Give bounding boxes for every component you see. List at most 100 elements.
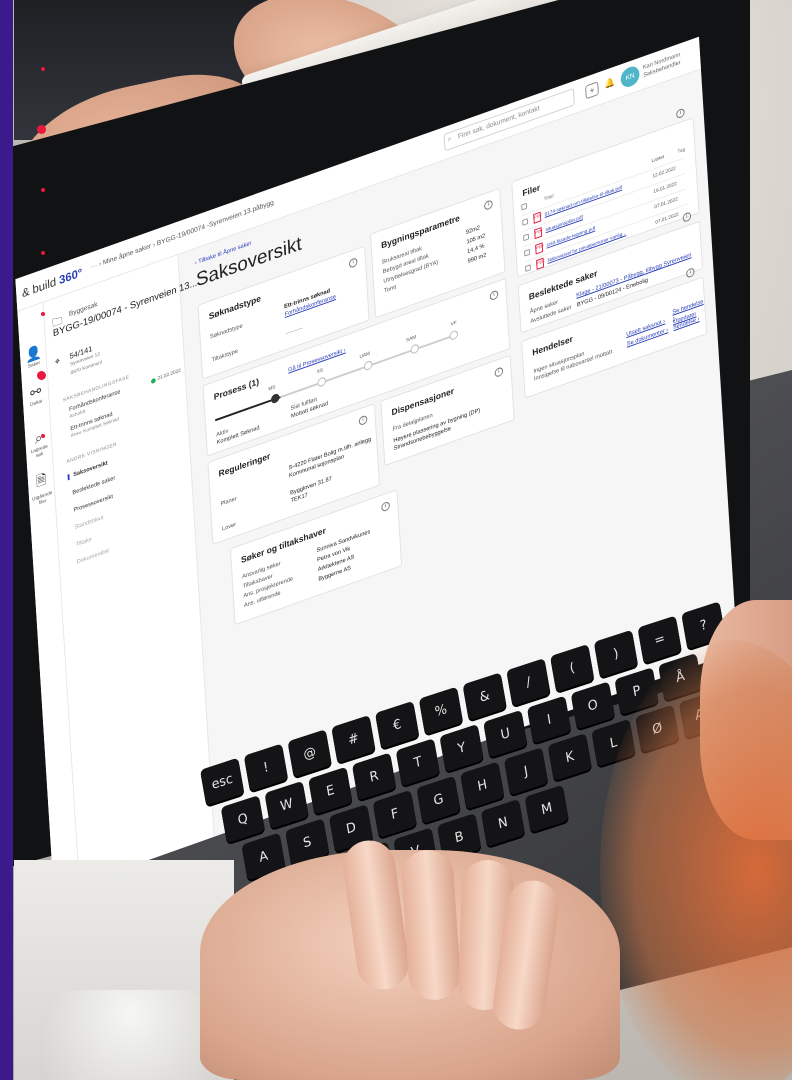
label-tiltakstype: Tiltakstype (211, 348, 239, 364)
search-icon: ⌕ (447, 135, 452, 144)
breadcrumb-mine-apne-saker[interactable]: Mine åpne saker (103, 243, 152, 267)
accent-dot (41, 67, 45, 71)
key-t[interactable]: T (395, 738, 441, 787)
column-date[interactable]: Lastet (651, 154, 664, 164)
nav-standstilsut[interactable]: Standstilsut (74, 515, 103, 531)
key-u[interactable]: U (483, 709, 528, 758)
card-title: Dispensasjoner (391, 385, 455, 418)
brand-stripe (0, 0, 13, 1080)
row-checkbox[interactable] (522, 218, 529, 226)
stop-ms[interactable] (270, 392, 280, 405)
location-pin-icon: ⌖ (54, 355, 61, 369)
accent-dot (41, 251, 45, 255)
accent-dot (37, 371, 46, 380)
card-title: Hendelser (532, 333, 574, 358)
accent-dot (41, 312, 45, 316)
nav-beslektede-saker[interactable]: Beslektede saker (72, 475, 115, 496)
pdf-icon: PDF (536, 257, 545, 270)
info-icon[interactable]: i (675, 107, 685, 120)
stop-label: UAM (359, 350, 371, 361)
step-date: 21.02.2022 (157, 367, 181, 382)
info-icon[interactable]: i (682, 211, 692, 223)
info-icon[interactable]: i (358, 414, 368, 427)
stop-xs[interactable] (317, 376, 327, 388)
accent-dot (37, 125, 46, 134)
nav-dokumentlist[interactable]: Dokumentlist (77, 548, 110, 565)
label-tomt: Tomt (383, 284, 397, 295)
avatar[interactable]: KN (620, 63, 641, 90)
key-o[interactable]: O (570, 681, 616, 730)
stop-vf[interactable] (449, 329, 459, 341)
card-title: Beslektede saker (528, 268, 598, 303)
info-icon[interactable]: i (489, 289, 499, 302)
info-icon[interactable]: i (494, 366, 504, 378)
row-checkbox[interactable] (525, 264, 531, 272)
nav-prosessoversikt[interactable]: Prosessoversikt (73, 494, 113, 514)
breadcrumb-overflow[interactable]: ··· (90, 262, 97, 271)
case-address: 54/141 Syrenveien 13 0870 Kommunl (69, 344, 103, 377)
value-lov: Byggloven 31.87 (290, 476, 332, 497)
key-m[interactable]: M (524, 784, 569, 833)
key-f[interactable]: F (372, 789, 417, 839)
user-info[interactable]: Kari Nordmann Saksbehandler (643, 51, 681, 80)
section-andre-visninger: ANDRE VISNINGER (66, 441, 118, 466)
value-tomt: 990 m2 (467, 252, 487, 265)
add-icon[interactable]: + (585, 81, 599, 100)
pdf-icon: PDF (533, 211, 542, 224)
stop-label: SAM (405, 334, 417, 344)
pdf-icon: PDF (534, 226, 543, 240)
foreground-cup (40, 990, 220, 1080)
info-icon[interactable]: i (381, 500, 391, 513)
accent-dot (41, 434, 45, 438)
key-r[interactable]: R (351, 752, 397, 801)
card-title: Prosess (1) (213, 376, 260, 403)
nav-saksoversikt[interactable]: Saksoversikt (67, 460, 108, 481)
key-h[interactable]: H (460, 761, 505, 810)
value-tiltakstype: ——— (285, 325, 303, 338)
key-w[interactable]: W (264, 780, 309, 830)
stop-label: XS (316, 367, 324, 376)
finger (339, 837, 413, 993)
info-icon[interactable]: i (348, 257, 358, 269)
info-icon[interactable]: i (483, 199, 493, 211)
label-lover: Lover (221, 521, 237, 533)
card-title: Søker og tiltakshaver (240, 525, 327, 566)
stop-label: MS (268, 384, 276, 393)
key-j[interactable]: J (503, 747, 549, 796)
card-title: Bygningsparametre (380, 212, 461, 251)
nav-tiltaks[interactable]: Tiltaks (76, 537, 92, 548)
key-e[interactable]: E (308, 766, 353, 815)
column-tag: Tag (677, 146, 686, 156)
stop-sam[interactable] (410, 343, 420, 355)
row-checkbox[interactable] (523, 233, 530, 242)
bell-icon[interactable]: 🔔 (603, 75, 617, 93)
key-n[interactable]: N (480, 798, 526, 848)
card-title: Reguleringer (218, 450, 271, 479)
value-plan: S-4220 Flater Bolig m.tilh. anlegg (288, 436, 372, 472)
select-all-checkbox[interactable] (521, 202, 528, 211)
photo-scene: & build 360° ··· › Mine åpne saker › BYG… (0, 0, 792, 1080)
finger (399, 848, 463, 1002)
row-checkbox[interactable] (524, 248, 531, 257)
rail-item-lagrede-sok[interactable]: ⌕ Lagrede søk (27, 426, 51, 462)
label-soknadstype: Søknadstype (209, 323, 243, 341)
status-dot-green (150, 377, 156, 385)
label-planer: Planer (220, 496, 237, 508)
key-y[interactable]: Y (439, 724, 484, 773)
stop-uam[interactable] (363, 359, 373, 372)
accent-dot (41, 188, 45, 192)
info-icon[interactable]: i (685, 266, 695, 279)
pdf-icon: PDF (535, 242, 544, 255)
rail-item-saker[interactable]: 👤 Saker (22, 342, 46, 372)
stop-label: VF (450, 319, 457, 328)
card-title: Søknadstype (208, 293, 262, 322)
key-g[interactable]: G (416, 775, 461, 824)
column-title[interactable]: Tittel (544, 193, 554, 202)
key-k[interactable]: K (547, 733, 592, 782)
rail-item-deltar[interactable]: ⚯ Deltar (24, 380, 48, 410)
rail-item-utgaende-filer[interactable]: 🗎 Utgående filer (29, 467, 53, 509)
key-q[interactable]: Q (220, 795, 266, 844)
file-date: 07.01.2022 (655, 211, 679, 226)
typing-hands (200, 837, 620, 1080)
key-i[interactable]: I (526, 695, 572, 744)
